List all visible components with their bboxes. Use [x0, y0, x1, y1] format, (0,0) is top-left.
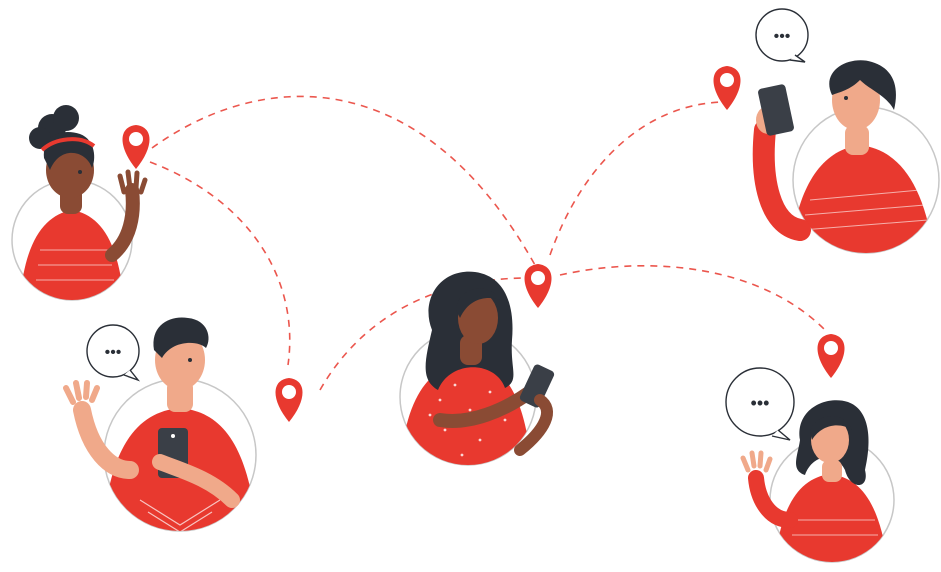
location-pin-icon[interactable]	[275, 378, 303, 422]
chat-bubble-text: •••	[105, 344, 122, 361]
location-pin-icon[interactable]	[817, 334, 845, 378]
chat-bubble-text: •••	[751, 393, 770, 413]
speech-bubble-icon: •••	[725, 367, 795, 441]
speech-bubble-icon: •••	[755, 8, 809, 63]
path-center-to-topright	[549, 101, 723, 256]
speech-bubble-icon: •••	[86, 324, 141, 382]
location-pin-icon[interactable]	[713, 66, 741, 110]
path-topleft-to-center	[151, 95, 536, 266]
person-woman-center	[399, 271, 555, 466]
location-pin-icon[interactable]	[122, 125, 150, 169]
person-man-topright	[752, 60, 940, 254]
chat-bubble-text: •••	[774, 28, 791, 45]
location-sharing-illustration: ••• ••• •••	[11, 8, 940, 563]
location-pin-icon[interactable]	[524, 264, 552, 308]
path-center-to-bottomright	[559, 265, 826, 331]
